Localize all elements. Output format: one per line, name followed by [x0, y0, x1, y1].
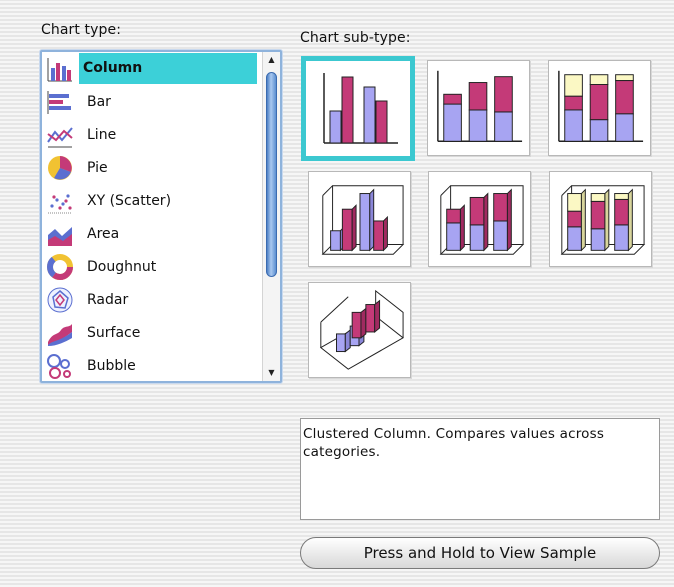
subtype-stacked-column[interactable] — [427, 60, 530, 156]
3d-100-percent-stacked-column-icon — [560, 185, 646, 255]
chart-type-label-text: Area — [87, 225, 120, 242]
chart-type-column[interactable]: Column — [42, 52, 262, 85]
doughnut-chart-icon — [45, 252, 75, 282]
stacked-column-icon — [437, 70, 523, 143]
chart-type-label-text: Radar — [87, 291, 129, 308]
scroll-thumb[interactable] — [266, 72, 277, 277]
line-chart-icon — [45, 120, 75, 150]
100-percent-stacked-column-icon — [558, 70, 644, 143]
scatter-chart-icon — [45, 186, 75, 216]
chart-type-scrollbar[interactable]: ▲ ▼ — [262, 52, 280, 381]
subtype-3d-clustered-column[interactable] — [308, 171, 411, 267]
surface-chart-icon — [45, 318, 75, 348]
chart-type-label-text: XY (Scatter) — [87, 192, 172, 209]
scroll-down-arrow-icon[interactable]: ▼ — [263, 365, 280, 381]
view-sample-button[interactable]: Press and Hold to View Sample — [300, 537, 660, 569]
subtype-100-percent-stacked-column[interactable] — [548, 60, 651, 156]
chart-subtype-label: Chart sub-type: — [300, 30, 411, 46]
column-chart-icon — [45, 54, 75, 84]
chart-type-line[interactable]: Line — [42, 118, 262, 151]
clustered-column-icon — [323, 73, 398, 144]
bar-chart-icon — [45, 87, 75, 117]
subtype-3d-100-percent-stacked-column[interactable] — [549, 171, 652, 267]
chart-type-doughnut[interactable]: Doughnut — [42, 250, 262, 283]
chart-description: Clustered Column. Compares values across… — [300, 418, 660, 520]
subtype-3d-stacked-column[interactable] — [428, 171, 531, 267]
scroll-up-arrow-icon[interactable]: ▲ — [263, 52, 280, 68]
chart-type-pie[interactable]: Pie — [42, 151, 262, 184]
chart-type-label-text: Pie — [87, 159, 108, 176]
chart-type-list[interactable]: Column Bar Line Pie XY (Scatter) Area Do… — [40, 50, 282, 383]
3d-stacked-column-icon — [439, 185, 525, 255]
chart-type-label: Chart type: — [41, 22, 122, 38]
chart-type-label-text: Bar — [87, 93, 111, 110]
chart-type-area[interactable]: Area — [42, 217, 262, 250]
bubble-chart-icon — [45, 351, 75, 381]
3d-column-icon — [319, 289, 404, 370]
pie-chart-icon — [45, 153, 75, 183]
chart-type-bar[interactable]: Bar — [42, 85, 262, 118]
radar-chart-icon — [45, 285, 75, 315]
chart-type-label-text: Doughnut — [87, 258, 157, 275]
chart-type-xy-scatter[interactable]: XY (Scatter) — [42, 184, 262, 217]
subtype-clustered-column[interactable] — [301, 56, 415, 161]
3d-clustered-column-icon — [321, 185, 405, 255]
chart-type-label-text: Column — [79, 53, 257, 84]
chart-type-bubble[interactable]: Bubble — [42, 349, 262, 381]
subtype-3d-column[interactable] — [308, 282, 411, 378]
chart-type-label-text: Surface — [87, 324, 141, 341]
chart-type-label-text: Line — [87, 126, 117, 143]
chart-type-label-text: Bubble — [87, 357, 136, 374]
chart-type-radar[interactable]: Radar — [42, 283, 262, 316]
area-chart-icon — [45, 219, 75, 249]
chart-type-surface[interactable]: Surface — [42, 316, 262, 349]
